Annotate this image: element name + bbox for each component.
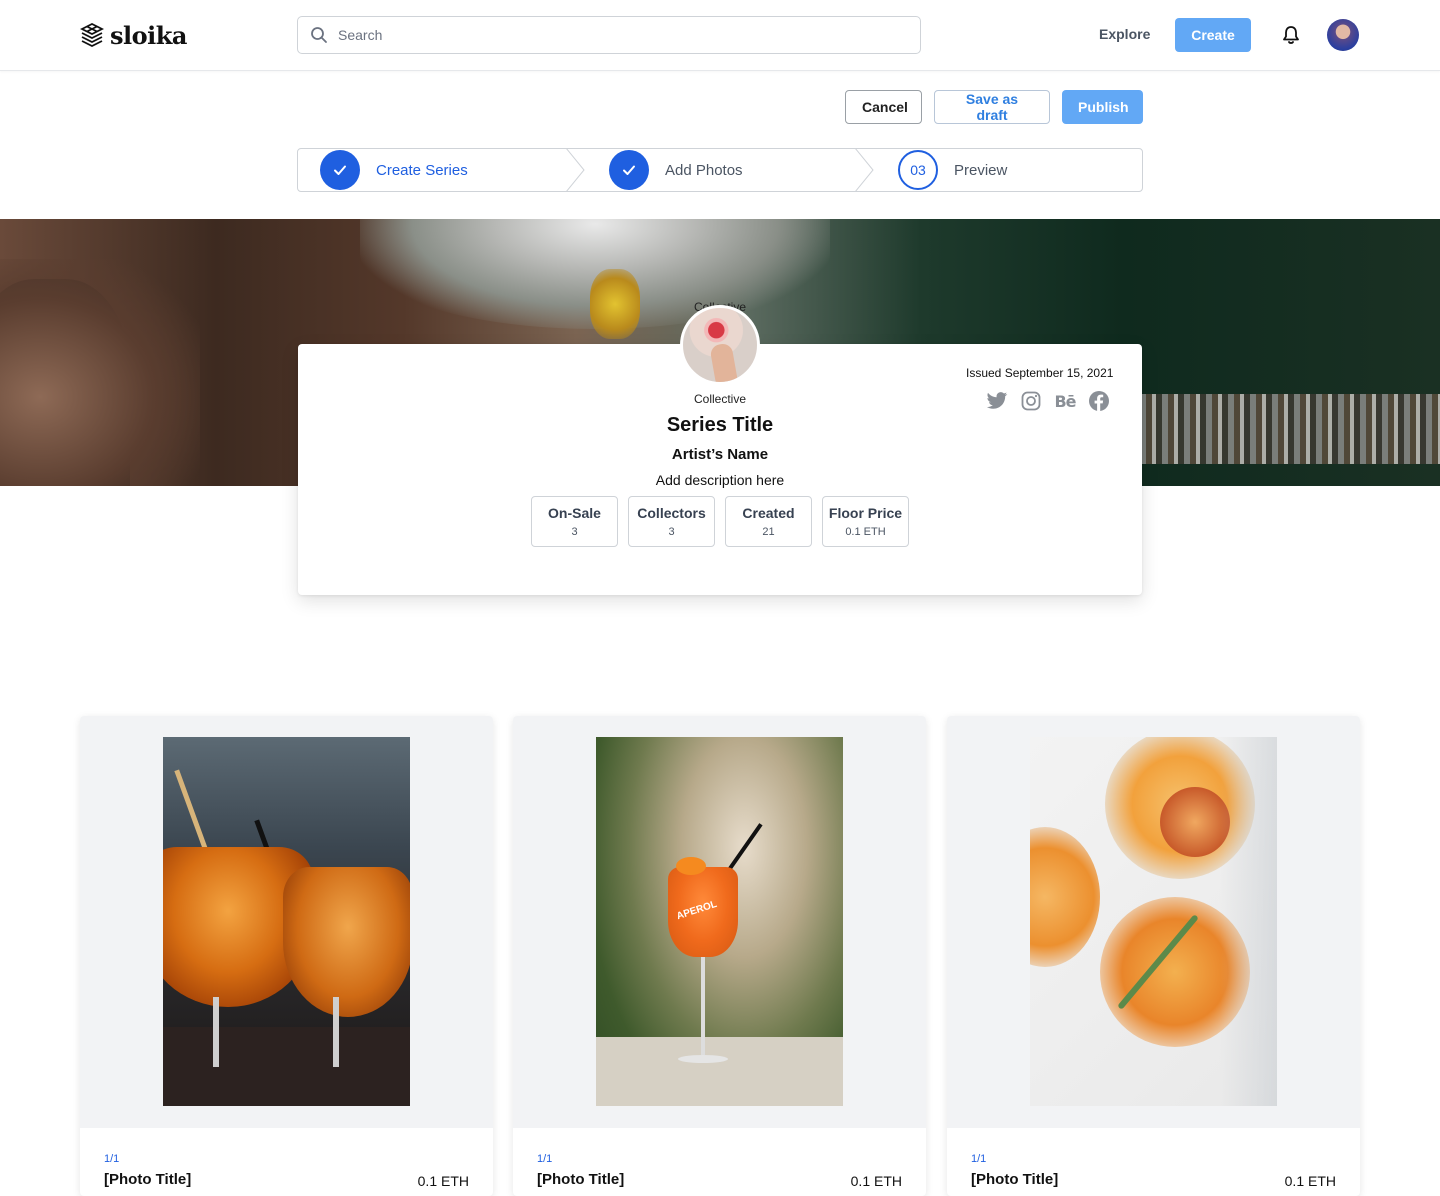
edition-label: 1/1 bbox=[971, 1153, 987, 1165]
stat-value: 3 bbox=[571, 526, 578, 538]
photo-frame: APEROL bbox=[513, 716, 926, 1128]
twitter-icon[interactable] bbox=[986, 390, 1008, 412]
stat-floor-price: Floor Price 0.1 ETH bbox=[822, 496, 909, 547]
facebook-icon[interactable] bbox=[1088, 390, 1110, 412]
layers-logo-icon bbox=[80, 22, 104, 48]
check-icon bbox=[320, 150, 360, 190]
series-title: Series Title bbox=[666, 414, 774, 436]
step-divider-chevron-icon bbox=[855, 149, 874, 191]
series-description: Add description here bbox=[655, 472, 785, 488]
photo-title: [Photo Title] bbox=[971, 1171, 1059, 1188]
stat-label: On-Sale bbox=[548, 505, 601, 521]
photo-card[interactable]: 1/1 [Photo Title] 0.1 ETH bbox=[947, 716, 1360, 1196]
progress-stepper: Create Series Add Photos 03 Preview bbox=[297, 148, 1143, 192]
photo-price: 0.1 ETH bbox=[1284, 1173, 1336, 1189]
stat-on-sale: On-Sale 3 bbox=[531, 496, 618, 547]
publish-button[interactable]: Publish bbox=[1062, 90, 1143, 124]
save-draft-button[interactable]: Save as draft bbox=[934, 90, 1050, 124]
stat-value: 21 bbox=[762, 526, 775, 538]
photo-card[interactable]: 1/1 [Photo Title] 0.1 ETH bbox=[80, 716, 493, 1196]
photo-title: [Photo Title] bbox=[104, 1171, 192, 1188]
brand-logo[interactable]: sloika bbox=[80, 20, 187, 50]
edition-label: 1/1 bbox=[537, 1153, 553, 1165]
photo-frame bbox=[80, 716, 493, 1128]
notifications-bell-icon[interactable] bbox=[1280, 24, 1302, 51]
collective-avatar[interactable] bbox=[680, 305, 760, 385]
step-label: Create Series bbox=[376, 161, 468, 179]
create-button[interactable]: Create bbox=[1175, 18, 1251, 52]
photo-price: 0.1 ETH bbox=[850, 1173, 902, 1189]
step-divider-chevron-icon bbox=[566, 149, 585, 191]
search-box[interactable] bbox=[297, 16, 921, 54]
photo-frame bbox=[947, 716, 1360, 1128]
search-icon bbox=[311, 27, 327, 43]
photo-price: 0.1 ETH bbox=[417, 1173, 469, 1189]
nav-explore-link[interactable]: Explore bbox=[1099, 26, 1150, 42]
stat-label: Created bbox=[742, 505, 795, 521]
cancel-button[interactable]: Cancel bbox=[845, 90, 922, 124]
behance-icon[interactable]: Bē bbox=[1054, 390, 1076, 412]
search-input[interactable] bbox=[338, 27, 898, 43]
step-create-series[interactable]: Create Series bbox=[320, 149, 468, 191]
step-preview[interactable]: 03 Preview bbox=[898, 149, 1007, 191]
instagram-icon[interactable] bbox=[1020, 390, 1042, 412]
step-label: Add Photos bbox=[665, 161, 743, 179]
edition-label: 1/1 bbox=[104, 1153, 120, 1165]
issued-date: Issued September 15, 2021 bbox=[966, 366, 1114, 380]
stat-label: Collectors bbox=[637, 505, 706, 521]
brand-name: sloika bbox=[110, 20, 187, 50]
stat-collectors: Collectors 3 bbox=[628, 496, 715, 547]
social-links: Bē bbox=[986, 390, 1110, 412]
check-icon bbox=[609, 150, 649, 190]
artist-name[interactable]: Artist’s Name bbox=[298, 446, 1142, 463]
photo-image[interactable] bbox=[163, 737, 410, 1106]
photo-image[interactable] bbox=[1030, 737, 1277, 1106]
form-actions: Cancel Save as draft Publish bbox=[845, 90, 1143, 124]
photo-image[interactable]: APEROL bbox=[596, 737, 843, 1106]
user-avatar[interactable] bbox=[1327, 19, 1359, 51]
top-nav: sloika Explore Create bbox=[0, 0, 1440, 71]
photo-title: [Photo Title] bbox=[537, 1171, 625, 1188]
stat-value: 3 bbox=[668, 526, 675, 538]
step-label: Preview bbox=[954, 161, 1008, 179]
stat-value: 0.1 ETH bbox=[845, 526, 886, 538]
series-stats: On-Sale 3 Collectors 3 Created 21 Floor … bbox=[531, 496, 909, 547]
stat-label: Floor Price bbox=[828, 505, 903, 521]
photo-card[interactable]: APEROL 1/1 [Photo Title] 0.1 ETH bbox=[513, 716, 926, 1196]
step-number: 03 bbox=[898, 150, 938, 190]
step-add-photos[interactable]: Add Photos bbox=[609, 149, 743, 191]
stat-created: Created 21 bbox=[725, 496, 812, 547]
